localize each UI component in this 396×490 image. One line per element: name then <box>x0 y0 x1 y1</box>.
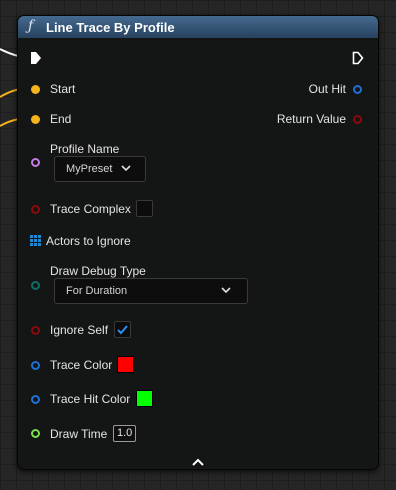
trace-hit-color-swatch[interactable] <box>136 390 153 407</box>
node-title: Line Trace By Profile <box>46 20 175 35</box>
trace-color-label: Trace Color <box>50 358 113 372</box>
chevron-down-icon <box>221 287 231 294</box>
profile-name-value: MyPreset <box>66 163 113 175</box>
actors-to-ignore-label: Actors to Ignore <box>46 234 131 248</box>
profile-name-pin[interactable] <box>31 158 40 167</box>
out-hit-pin[interactable] <box>353 85 362 94</box>
checkmark-icon <box>117 325 128 335</box>
exec-in-pin-icon[interactable] <box>30 51 42 65</box>
trace-complex-label: Trace Complex <box>50 202 131 216</box>
return-value-pin[interactable] <box>353 115 362 124</box>
draw-debug-type-pin[interactable] <box>31 281 40 290</box>
trace-color-pin[interactable] <box>31 361 40 370</box>
ignore-self-checkbox[interactable] <box>114 321 131 338</box>
node-header[interactable]: ƒ Line Trace By Profile <box>18 16 378 38</box>
ignore-self-label: Ignore Self <box>50 323 109 337</box>
array-pin-icon[interactable] <box>30 235 41 246</box>
trace-hit-color-pin[interactable] <box>31 395 40 404</box>
trace-complex-checkbox[interactable] <box>136 200 153 217</box>
end-label: End <box>50 112 72 126</box>
out-hit-label: Out Hit <box>308 82 346 96</box>
function-icon: ƒ <box>28 18 34 34</box>
start-pin[interactable] <box>31 85 40 94</box>
exec-out-pin-icon[interactable] <box>352 51 364 65</box>
draw-debug-type-label: Draw Debug Type <box>50 264 146 278</box>
start-label: Start <box>50 82 76 96</box>
chevron-down-icon <box>121 165 131 172</box>
trace-color-swatch[interactable] <box>117 356 134 373</box>
trace-hit-color-label: Trace Hit Color <box>50 392 131 406</box>
trace-complex-pin[interactable] <box>31 205 40 214</box>
draw-time-input[interactable]: 1.0 <box>113 425 137 442</box>
collapse-chevron-up-icon[interactable] <box>192 458 204 466</box>
draw-debug-type-value: For Duration <box>66 285 128 297</box>
profile-name-label: Profile Name <box>50 142 120 156</box>
profile-name-dropdown[interactable]: MyPreset <box>54 156 146 182</box>
draw-time-pin[interactable] <box>31 429 40 438</box>
end-pin[interactable] <box>31 115 40 124</box>
line-trace-by-profile-node[interactable]: ƒ Line Trace By Profile Start Out Hit En… <box>17 15 379 470</box>
return-value-label: Return Value <box>276 112 346 126</box>
draw-time-label: Draw Time <box>50 427 108 441</box>
draw-debug-type-dropdown[interactable]: For Duration <box>54 278 248 304</box>
ignore-self-pin[interactable] <box>31 326 40 335</box>
